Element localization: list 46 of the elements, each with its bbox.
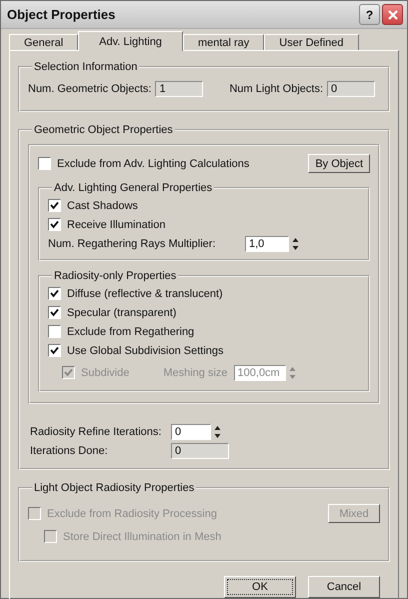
cancel-button[interactable]: Cancel: [308, 576, 380, 598]
group-title: Light Object Radiosity Properties: [34, 482, 194, 494]
tab[interactable]: Adv. Lighting: [78, 31, 183, 51]
close-button[interactable]: [382, 4, 403, 25]
checkbox[interactable]: [48, 306, 61, 319]
group-title: Adv. Lighting General Properties: [54, 182, 212, 194]
ok-button[interactable]: OK: [224, 576, 296, 598]
tab[interactable]: User Defined: [264, 34, 358, 50]
checkbox[interactable]: [48, 344, 61, 357]
checkbox-label: Exclude from Radiosity Processing: [47, 508, 217, 520]
checkbox-label: Receive Illumination: [67, 218, 166, 230]
readout-field: 1: [155, 80, 204, 96]
close-icon[interactable]: [386, 8, 398, 20]
checkbox-label: Diffuse (reflective & translucent): [67, 288, 223, 300]
group-title: Selection Information: [34, 61, 138, 73]
meshing-size-label: Meshing size: [163, 366, 228, 378]
group-title: Geometric Object Properties: [34, 124, 173, 136]
spinner-arrows-icon[interactable]: [213, 424, 222, 440]
checkbox-label: Subdivide: [81, 366, 130, 378]
spinner-label: Num. Regathering Rays Multiplier:: [48, 238, 216, 250]
checkbox[interactable]: [38, 157, 51, 170]
checkbox-label: Store Direct Illumination in Mesh: [63, 530, 222, 542]
checkbox[interactable]: [48, 325, 61, 338]
tab[interactable]: General: [9, 34, 78, 50]
checkbox[interactable]: [48, 218, 61, 231]
checkbox-label: Cast Shadows: [67, 200, 138, 212]
readout-field: 0: [327, 80, 376, 96]
refine-iterations-field[interactable]: 0: [171, 424, 211, 440]
spinner-arrows-icon[interactable]: [291, 236, 300, 252]
checkbox[interactable]: [48, 199, 61, 212]
iterations-done-field: 0: [171, 442, 229, 458]
field-label: Num Light Objects:: [229, 82, 324, 94]
group-title: Radiosity-only Properties: [54, 270, 176, 282]
checkbox[interactable]: [48, 287, 61, 300]
window-title: Object Properties: [7, 7, 116, 22]
field-label: Num. Geometric Objects:: [28, 82, 152, 94]
checkbox-label: Use Global Subdivision Settings: [67, 344, 224, 356]
refine-iterations-label: Radiosity Refine Iterations:: [30, 426, 162, 438]
tab[interactable]: mental ray: [182, 34, 264, 50]
checkbox-label: Specular (transparent): [67, 306, 176, 318]
help-button[interactable]: ?: [359, 4, 380, 25]
by-object-button[interactable]: By Object: [308, 154, 370, 173]
checkbox-label: Exclude from Regathering: [67, 326, 194, 338]
checkbox-label: Exclude from Adv. Lighting Calculations: [57, 158, 250, 170]
iterations-done-label: Iterations Done:: [30, 444, 109, 456]
spinner-field[interactable]: 1,0: [245, 236, 289, 252]
